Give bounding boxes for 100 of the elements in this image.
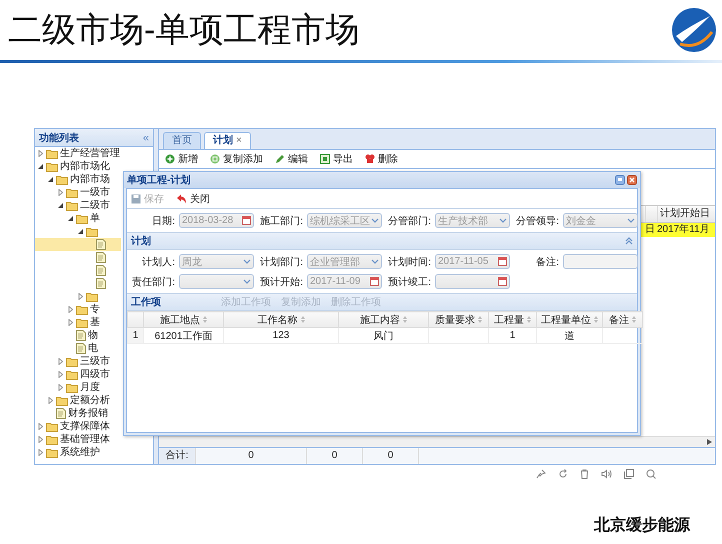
- date-field[interactable]: [435, 274, 510, 289]
- expand-arrow-icon[interactable]: [37, 449, 44, 456]
- tree-item[interactable]: 单: [35, 212, 121, 225]
- sort-icon[interactable]: [632, 316, 636, 324]
- chevron-down-icon[interactable]: [627, 218, 635, 224]
- column-header[interactable]: 工程量单位: [536, 312, 602, 328]
- total-cell: 0: [363, 448, 419, 464]
- tree-item[interactable]: 生产经营管理: [35, 147, 121, 160]
- pin-icon[interactable]: [536, 469, 546, 479]
- tree-item[interactable]: 基: [35, 316, 121, 329]
- calendar-icon[interactable]: [242, 216, 251, 225]
- scroll-right-icon[interactable]: [707, 439, 712, 445]
- toolbar-button[interactable]: 删除: [365, 152, 398, 166]
- tree-item[interactable]: 内部市场: [35, 173, 121, 186]
- tree-item[interactable]: 内部市场化: [35, 160, 121, 173]
- expand-arrow-icon[interactable]: [67, 319, 74, 326]
- collapse-arrow-icon[interactable]: [37, 163, 44, 170]
- trash-icon[interactable]: [580, 469, 589, 479]
- tree-item[interactable]: 三级市: [35, 355, 121, 368]
- chevron-down-icon[interactable]: [243, 258, 251, 264]
- column-header[interactable]: 施工地点: [144, 312, 224, 328]
- tab[interactable]: 首页: [163, 132, 201, 149]
- collapse-icon[interactable]: [625, 237, 633, 245]
- expand-arrow-icon[interactable]: [37, 150, 44, 157]
- toolbar-button[interactable]: 编辑: [275, 152, 308, 166]
- expand-arrow-icon[interactable]: [77, 293, 84, 300]
- tree-item[interactable]: 系统维护: [35, 446, 121, 459]
- column-header[interactable]: 工程量: [488, 312, 536, 328]
- window-icon[interactable]: [624, 469, 634, 479]
- expand-arrow-icon[interactable]: [67, 306, 74, 313]
- total-cell: 0: [307, 448, 363, 464]
- table-cell: 1: [488, 328, 536, 344]
- tab-close-button[interactable]: ×: [236, 135, 242, 146]
- sort-icon[interactable]: [203, 316, 207, 324]
- tree-item[interactable]: 财务报销: [35, 407, 121, 420]
- section-title: 工作项: [131, 296, 161, 309]
- column-header[interactable]: 质量要求: [428, 312, 488, 328]
- column-header[interactable]: 备注: [602, 312, 642, 328]
- tree-item[interactable]: 基础管理体: [35, 433, 121, 446]
- table-cell: 123: [224, 328, 338, 344]
- tab[interactable]: 计划 ×: [204, 132, 251, 149]
- expand-arrow-icon[interactable]: [57, 358, 64, 365]
- calendar-icon[interactable]: [498, 257, 507, 266]
- collapse-arrow-icon[interactable]: [57, 202, 64, 209]
- scrollbar[interactable]: [159, 436, 715, 447]
- calendar-icon[interactable]: [370, 277, 379, 286]
- tree-item[interactable]: 支撑保障体: [35, 420, 121, 433]
- toolbar-button[interactable]: 导出: [320, 152, 353, 166]
- text-field[interactable]: [563, 254, 638, 269]
- dropdown-field[interactable]: [179, 274, 254, 289]
- expand-arrow-icon[interactable]: [57, 384, 64, 391]
- plus-icon: [165, 154, 175, 164]
- folder-icon: [66, 382, 78, 392]
- export-icon: [320, 154, 330, 164]
- sort-icon[interactable]: [403, 316, 407, 324]
- chevron-down-icon[interactable]: [499, 218, 507, 224]
- tree-item[interactable]: 专: [35, 303, 121, 316]
- tree-item[interactable]: 物: [35, 329, 121, 342]
- search-icon[interactable]: [646, 469, 656, 479]
- column-header[interactable]: 施工内容: [338, 312, 428, 328]
- sort-icon[interactable]: [300, 316, 304, 324]
- folder-icon: [76, 214, 88, 224]
- expand-arrow-icon[interactable]: [57, 189, 64, 196]
- tree-item[interactable]: 定额分析: [35, 394, 121, 407]
- speaker-icon[interactable]: [601, 469, 612, 479]
- toolbar-button[interactable]: 新增: [165, 152, 198, 166]
- chevron-down-icon[interactable]: [243, 278, 251, 284]
- total-label: 合计:: [159, 448, 196, 464]
- refresh-icon[interactable]: [558, 469, 568, 479]
- calendar-icon[interactable]: [498, 277, 507, 286]
- column-header[interactable]: 工作名称: [224, 312, 338, 328]
- tree-item[interactable]: 月度: [35, 381, 121, 394]
- chevron-down-icon[interactable]: [371, 218, 379, 224]
- tree-item[interactable]: 二级市: [35, 199, 121, 212]
- field-label: 备注:: [535, 256, 559, 268]
- sort-icon[interactable]: [478, 316, 482, 324]
- column-header[interactable]: 计划开始日: [657, 206, 715, 222]
- collapse-arrow-icon[interactable]: [67, 215, 74, 222]
- document-icon: [96, 278, 106, 289]
- document-icon: [76, 330, 86, 341]
- restore-button[interactable]: [615, 175, 625, 185]
- expand-arrow-icon[interactable]: [57, 371, 64, 378]
- close-button[interactable]: [627, 175, 637, 185]
- expand-arrow-icon[interactable]: [37, 423, 44, 430]
- dialog-title: 单项工程-计划: [127, 174, 192, 187]
- tree-item[interactable]: 电: [35, 342, 121, 355]
- sort-icon[interactable]: [527, 316, 531, 324]
- tree-item[interactable]: 四级市: [35, 368, 121, 381]
- collapse-arrow-icon[interactable]: [77, 228, 84, 235]
- sort-icon[interactable]: [594, 316, 598, 324]
- collapse-arrow-icon[interactable]: [47, 176, 54, 183]
- document-icon: [96, 252, 106, 263]
- toolbar-button[interactable]: 复制添加: [210, 152, 263, 166]
- toolbar-button[interactable]: 关闭: [176, 192, 210, 206]
- expand-arrow-icon[interactable]: [37, 436, 44, 443]
- document-icon: [56, 408, 66, 419]
- chevron-down-icon[interactable]: [371, 258, 379, 264]
- tree-item[interactable]: 一级市: [35, 186, 121, 199]
- undo-arrow-icon: [176, 194, 187, 204]
- expand-arrow-icon[interactable]: [47, 397, 54, 404]
